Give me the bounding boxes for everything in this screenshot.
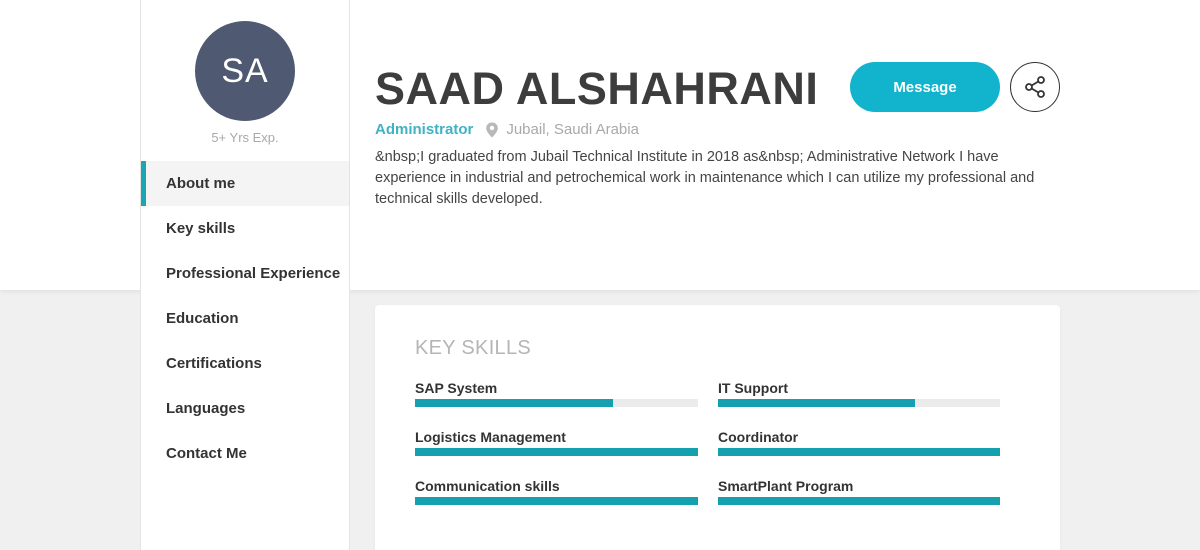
skill-bar — [415, 448, 698, 456]
skill-item: SAP System — [415, 380, 698, 407]
skill-label: IT Support — [718, 380, 788, 396]
skill-label: Communication skills — [415, 478, 560, 494]
location-pin-icon — [485, 122, 499, 138]
sidebar-item-about-me[interactable]: About me — [141, 161, 349, 206]
skill-item: Logistics Management — [415, 429, 698, 456]
profile-role: Administrator — [375, 121, 474, 138]
profile-page: SA 5+ Yrs Exp. About me Key skills Profe… — [0, 0, 1200, 550]
sidebar-item-key-skills[interactable]: Key skills — [141, 206, 349, 251]
profile-bio: &nbsp;I graduated from Jubail Technical … — [375, 149, 1035, 207]
key-skills-card: KEY SKILLS SAP System IT Support Logisti… — [375, 305, 1060, 550]
skill-item: IT Support — [718, 380, 1000, 407]
share-button[interactable] — [1010, 62, 1060, 112]
skill-item: SmartPlant Program — [718, 478, 1000, 505]
sidebar-item-certifications[interactable]: Certifications — [141, 341, 349, 386]
skill-bar-fill — [718, 448, 1000, 456]
share-icon — [1023, 75, 1047, 99]
message-button[interactable]: Message — [850, 62, 1000, 112]
skill-bar — [718, 497, 1000, 505]
skill-bar — [718, 399, 1000, 407]
sidebar: SA 5+ Yrs Exp. About me Key skills Profe… — [140, 0, 350, 550]
skill-bar — [718, 448, 1000, 456]
role-line: Administrator Jubail, Saudi Arabia — [375, 121, 639, 138]
avatar: SA — [195, 21, 295, 121]
skill-label: Logistics Management — [415, 429, 566, 445]
skill-bar-fill — [415, 399, 614, 407]
skill-item: Communication skills — [415, 478, 698, 505]
skill-bar-fill — [415, 497, 698, 505]
skill-bar — [415, 497, 698, 505]
skill-label: Coordinator — [718, 429, 799, 445]
sidebar-nav: About me Key skills Professional Experie… — [141, 161, 349, 476]
key-skills-title: KEY SKILLS — [415, 337, 532, 359]
skill-bar-fill — [718, 497, 1000, 505]
skill-bar — [415, 399, 698, 407]
skill-label: SAP System — [415, 380, 498, 396]
sidebar-item-languages[interactable]: Languages — [141, 386, 349, 431]
sidebar-item-professional-experience[interactable]: Professional Experience — [141, 251, 349, 296]
skill-bar-fill — [415, 448, 698, 456]
skills-grid: SAP System IT Support Logistics Manageme… — [415, 380, 1000, 505]
skill-label: SmartPlant Program — [718, 478, 854, 494]
skill-item: Coordinator — [718, 429, 1000, 456]
profile-location: Jubail, Saudi Arabia — [506, 121, 639, 138]
avatar-initials: SA — [221, 51, 269, 90]
sidebar-item-contact-me[interactable]: Contact Me — [141, 431, 349, 476]
skill-bar-fill — [718, 399, 916, 407]
experience-label: 5+ Yrs Exp. — [211, 130, 279, 145]
profile-name: SAAD ALSHAHRANI — [375, 63, 819, 114]
sidebar-item-education[interactable]: Education — [141, 296, 349, 341]
